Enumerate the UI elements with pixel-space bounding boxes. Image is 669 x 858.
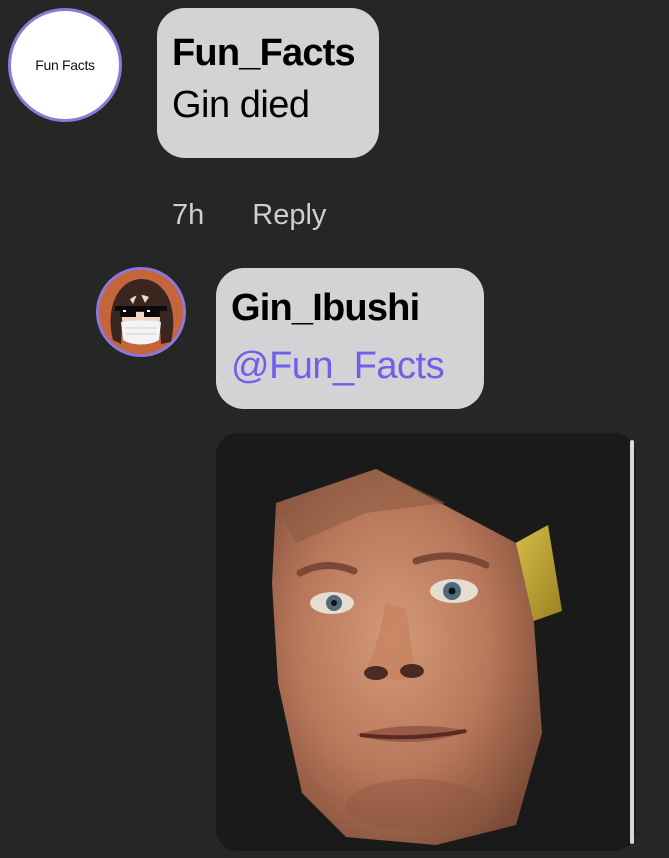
comment-meta: 7h Reply	[172, 195, 326, 235]
reply-media-image[interactable]	[216, 433, 636, 851]
gin-ibushi-avatar[interactable]	[96, 267, 186, 357]
avatar-label: Fun Facts	[35, 57, 95, 73]
reply-bubble: Gin_Ibushi @Fun_Facts	[216, 268, 484, 409]
mention-link[interactable]: @Fun_Facts	[231, 343, 484, 389]
anime-avatar-icon	[99, 270, 183, 354]
comment-username[interactable]: Fun_Facts	[172, 30, 379, 76]
comment-bubble: Fun_Facts Gin died	[157, 8, 379, 158]
comment-message: Gin died	[172, 84, 310, 126]
media-scroll-edge	[630, 440, 634, 844]
reply-button[interactable]: Reply	[252, 199, 326, 232]
meme-face-image	[216, 433, 636, 851]
comment-timestamp: 7h	[172, 198, 205, 231]
reply-username[interactable]: Gin_Ibushi	[231, 285, 484, 331]
fun-facts-avatar[interactable]: Fun Facts	[8, 8, 122, 122]
